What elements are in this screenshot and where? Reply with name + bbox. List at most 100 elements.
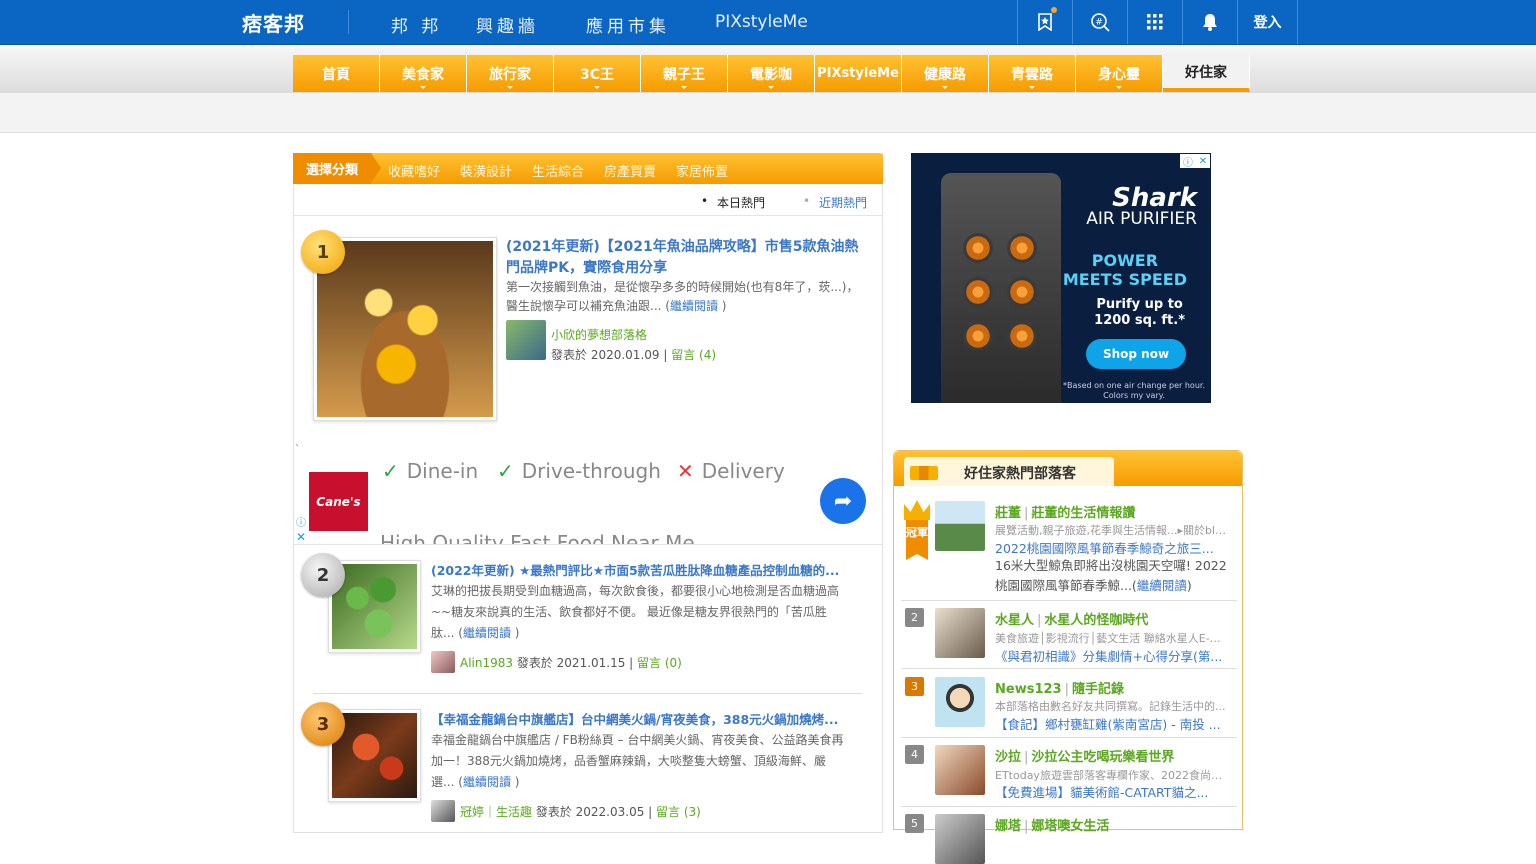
author-name[interactable]: 小欣的夢想部落格 — [551, 326, 647, 343]
login-button[interactable]: 登入 — [1237, 0, 1298, 44]
directions-button[interactable]: ➦ — [820, 478, 866, 524]
champion-crown: 冠軍 — [904, 500, 930, 564]
category-home-living[interactable]: 好住家 — [1163, 55, 1250, 92]
blog-latest-post[interactable]: 《與君初相識》分集劇情+心得分享(第... — [995, 646, 1230, 665]
apps-button[interactable] — [1127, 0, 1182, 44]
comment-count-link[interactable]: 留言 (0) — [637, 656, 682, 670]
category-mind[interactable]: 身心靈 — [1076, 55, 1163, 92]
nav-pixstyleme[interactable]: PIXstyleMe — [715, 12, 808, 32]
search-button[interactable]: # — [1072, 0, 1127, 44]
category-3c[interactable]: 3C王 — [554, 55, 641, 92]
champion-flag: 冠軍 — [906, 520, 928, 560]
category-health[interactable]: 健康路 — [902, 55, 989, 92]
search-icon: # — [1091, 13, 1110, 32]
category-nav: 首頁 美食家 旅行家 3C王 親子王 電影咖 PIXstyleMe 健康路 青雲… — [293, 55, 1250, 92]
author-avatar[interactable] — [506, 320, 546, 360]
blogger-name[interactable]: 沙拉 — [995, 750, 1021, 765]
subcategory-lifestyle[interactable]: 生活綜合 — [532, 161, 584, 180]
read-more-link[interactable]: 繼續閱讀 — [1137, 578, 1187, 593]
read-more-link[interactable]: 繼續閱讀 — [670, 299, 718, 313]
nav-bangbang[interactable]: 邦 邦 — [391, 12, 442, 37]
blog-description: 本部落格由數名好友共同撰寫。記錄生活中的... — [995, 700, 1226, 713]
fine-line: Colors my vary. — [1103, 391, 1165, 400]
canes-logo[interactable]: Cane's — [309, 472, 368, 531]
comment-count-link[interactable]: 留言 (4) — [671, 348, 716, 362]
category-parenting[interactable]: 親子王 — [641, 55, 728, 92]
ad-slogan: POWER MEETS SPEED — [1063, 251, 1187, 289]
notifications-button[interactable] — [1182, 0, 1237, 44]
canes-ad[interactable]: Cane's ✓ Dine-in ✓ Drive-through ✕ Delivery… — [294, 457, 882, 545]
blogger-avatar[interactable] — [935, 814, 985, 864]
blogger-name[interactable]: 水星人 — [995, 613, 1034, 628]
author-name[interactable]: Alin1983 — [460, 656, 513, 670]
bookmark-star-button[interactable] — [1017, 0, 1072, 44]
blogger-name[interactable]: News123 — [995, 682, 1062, 697]
panel-tab: 好住家熱門部落客 — [904, 457, 1114, 486]
blogger-title: 娜塔 | 娜塔噢女生活 — [995, 815, 1109, 834]
blog-latest-post[interactable]: 【食記】鄉村甕缸雞(紫南宮店) - 南投 ... — [995, 714, 1230, 733]
ad-info-icon[interactable]: ⓘ — [296, 514, 306, 529]
blogger-avatar[interactable] — [935, 608, 985, 658]
subcategory-collecting[interactable]: 收藏嗜好 — [388, 161, 440, 180]
category-home[interactable]: 首頁 — [293, 55, 380, 92]
blog-name[interactable]: 莊董的生活情報讚 — [1031, 506, 1135, 521]
ad-close-icon[interactable]: ✕ — [296, 530, 306, 544]
stray-mark: 、 — [295, 438, 305, 449]
subcategory-real-estate[interactable]: 房產買賣 — [604, 161, 656, 180]
author-avatar[interactable] — [431, 800, 455, 822]
nav-app-market[interactable]: 應用市集 — [586, 12, 670, 37]
subcategory-decoration[interactable]: 裝潢設計 — [460, 161, 512, 180]
shop-now-button[interactable]: Shop now — [1086, 339, 1186, 369]
site-logo[interactable]: 痞客邦 — [242, 8, 318, 38]
blog-name[interactable]: 隨手記錄 — [1072, 682, 1124, 697]
author-name[interactable]: 冠婷｜生活趣 — [460, 805, 532, 819]
top-bar: 痞客邦 邦 邦 興趣牆 應用市集 PIXstyleMe # 登入 — [0, 0, 1536, 45]
author-avatar[interactable] — [431, 651, 455, 673]
site-logo-text[interactable]: 痞客邦 — [242, 12, 305, 36]
tab-today-hot[interactable]: 本日熱門 — [701, 194, 765, 211]
category-food[interactable]: 美食家 — [380, 55, 467, 92]
blog-latest-post[interactable]: 2022桃園國際風箏節春季鯨奇之旅三... — [995, 538, 1230, 557]
category-label: 青雲路 — [1011, 66, 1053, 83]
post-title[interactable]: 【幸福金龍鍋台中旗艦店】台中網美火鍋/宵夜美食，388元火鍋加燒烤... — [431, 709, 851, 730]
post-meta: Alin1983 發表於 2021.01.15 | 留言 (0) — [460, 654, 682, 671]
post-meta: 冠婷｜生活趣 發表於 2022.03.05 | 留言 (3) — [460, 803, 701, 820]
blog-name[interactable]: 娜塔噢女生活 — [1031, 819, 1109, 834]
blog-latest-post[interactable]: 【免費進場】貓美術館-CATART貓之... — [995, 782, 1230, 801]
post-title[interactable]: (2022年更新) ★最熱門評比★市面5款苦瓜胜肽降血糖產品控制血糖的... — [431, 560, 843, 581]
ad-choices[interactable]: ⓘ ✕ — [1180, 154, 1210, 169]
panel-title: 好住家熱門部落客 — [964, 466, 1076, 482]
read-more-link[interactable]: 繼續閱讀 — [463, 775, 511, 789]
shark-ad[interactable]: Shark AIR PURIFIER POWER MEETS SPEED Puri… — [911, 153, 1211, 403]
blog-name[interactable]: 沙拉公主吃喝玩樂看世界 — [1031, 750, 1174, 765]
blogger-title: 莊董 | 莊董的生活情報讚 — [995, 502, 1135, 521]
ad-headline[interactable]: High Quality Fast Food Near Me — [380, 531, 695, 544]
svg-text:#: # — [1095, 18, 1103, 28]
blogger-avatar[interactable] — [935, 745, 985, 795]
category-career[interactable]: 青雲路 — [989, 55, 1076, 92]
blogger-avatar[interactable] — [935, 677, 985, 727]
ad-close-icon[interactable]: ✕ — [1199, 156, 1207, 167]
podium-icon — [910, 466, 938, 480]
purify-line: Purify up to — [1096, 297, 1183, 312]
excerpt-close: ) — [510, 626, 520, 640]
slogan-line: POWER — [1091, 251, 1159, 270]
comment-count-link[interactable]: 留言 (3) — [656, 805, 701, 819]
blogger-avatar[interactable] — [935, 501, 985, 551]
category-label: 美食家 — [402, 66, 444, 83]
category-movie[interactable]: 電影咖 — [728, 55, 815, 92]
subcategory-furnishing[interactable]: 家居佈置 — [676, 161, 728, 180]
post-title[interactable]: (2021年更新)【2021年魚油品牌攻略】市售5款魚油熱門品牌PK，實際食用分… — [506, 237, 868, 279]
rank-badge: 1 — [301, 230, 345, 274]
blog-name[interactable]: 水星人的怪咖時代 — [1044, 613, 1148, 628]
category-pixstyleme[interactable]: PIXstyleMe — [815, 55, 902, 92]
tab-recent-hot[interactable]: 近期熱門 — [803, 194, 867, 211]
blogger-title: 沙拉 | 沙拉公主吃喝玩樂看世界 — [995, 746, 1174, 765]
blogger-name[interactable]: 莊董 — [995, 506, 1021, 521]
caret-down-icon — [507, 86, 513, 89]
category-travel[interactable]: 旅行家 — [467, 55, 554, 92]
nav-interest-wall[interactable]: 興趣牆 — [476, 12, 539, 37]
read-more-link[interactable]: 繼續閱讀 — [463, 626, 511, 640]
ad-info-icon[interactable]: ⓘ — [1183, 154, 1193, 169]
blogger-name[interactable]: 娜塔 — [995, 819, 1021, 834]
